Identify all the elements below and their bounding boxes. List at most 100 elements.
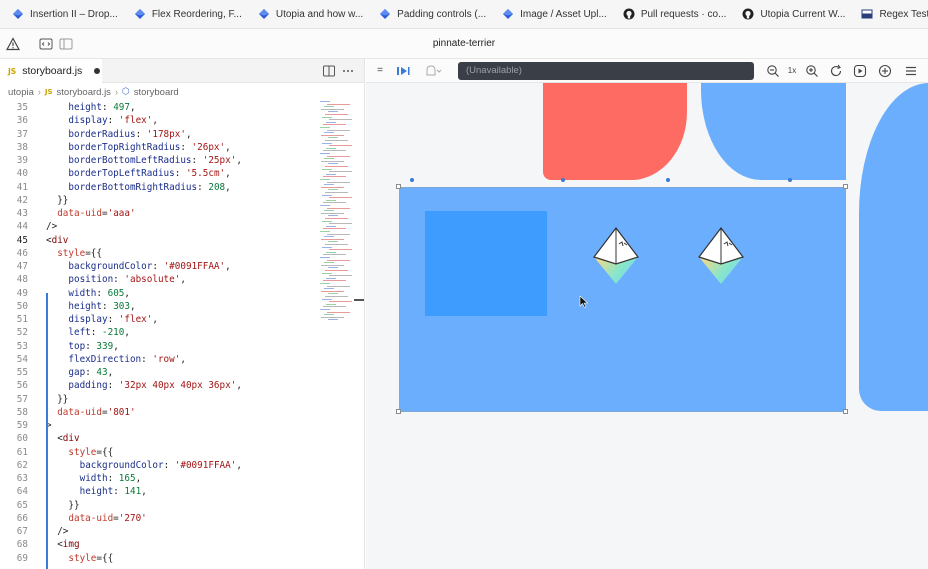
code-text: position: 'absolute', xyxy=(68,274,186,286)
minimap-line xyxy=(329,197,352,199)
preview-url-bar[interactable]: (Unavailable) xyxy=(458,62,754,80)
bookmark-item[interactable]: Flex Reordering, F... xyxy=(126,3,250,25)
minimap-line xyxy=(320,101,330,102)
resize-handle-top-right[interactable] xyxy=(843,184,848,189)
more-actions-icon[interactable] xyxy=(341,64,355,78)
red-rounded-element[interactable] xyxy=(543,83,687,180)
minimap[interactable] xyxy=(314,101,358,341)
zoom-out-icon[interactable] xyxy=(766,63,780,79)
minimap-line xyxy=(328,215,338,217)
code-line[interactable]: 39 borderBottomLeftRadius: '25px', xyxy=(0,154,312,167)
minimap-line xyxy=(328,137,338,139)
selection-anchor-dot xyxy=(410,178,414,182)
hamburger-menu-icon[interactable] xyxy=(904,63,918,79)
window-title: pinnate-terrier xyxy=(432,38,496,49)
line-number: 43 xyxy=(16,208,28,219)
mouse-pointer-icon xyxy=(579,296,589,308)
line-number: 67 xyxy=(16,526,28,537)
refresh-icon[interactable] xyxy=(829,63,843,79)
add-circle-icon[interactable] xyxy=(878,63,892,79)
utopia-logo-image[interactable] xyxy=(591,226,641,288)
breadcrumb-symbol[interactable]: storyboard xyxy=(134,87,179,98)
minimap-line xyxy=(329,249,352,251)
minimap-line xyxy=(326,121,336,123)
bookmark-label: Flex Reordering, F... xyxy=(151,8,242,20)
bell-icon[interactable] xyxy=(424,63,442,79)
minimap-line xyxy=(327,129,350,131)
code-line[interactable]: 40 borderTopLeftRadius: '5.5cm', xyxy=(0,167,312,180)
minimap-line xyxy=(329,301,352,303)
code-line[interactable]: 48 position: 'absolute', xyxy=(0,273,312,286)
code-line[interactable]: 45 <div xyxy=(0,234,312,247)
minimap-line xyxy=(325,192,348,193)
breadcrumb-file[interactable]: storyboard.js xyxy=(57,87,111,98)
blue-pill-element[interactable] xyxy=(859,83,928,411)
bookmark-item[interactable]: Padding controls (... xyxy=(371,3,494,25)
minimap-line xyxy=(321,160,344,162)
minimap-line xyxy=(323,150,346,152)
code-text: top: 339, xyxy=(68,340,119,352)
minimap-line xyxy=(321,264,344,266)
bookmark-item[interactable]: Regex Tester and... xyxy=(853,3,928,25)
utopia-logo-image[interactable] xyxy=(696,226,746,288)
code-line[interactable]: 44 /> xyxy=(0,220,312,233)
play-mode-icon[interactable] xyxy=(396,63,410,79)
blue-rounded-element[interactable] xyxy=(701,83,846,180)
line-number: 58 xyxy=(16,406,28,418)
unsaved-dot-icon[interactable] xyxy=(94,68,101,74)
split-editor-icon[interactable] xyxy=(322,64,336,78)
code-text: }} xyxy=(46,194,69,206)
zoom-in-icon[interactable] xyxy=(805,63,819,79)
menu-eq-icon[interactable]: = xyxy=(374,63,386,79)
tab-storyboard-js[interactable]: JS storyboard.js xyxy=(0,59,102,83)
bookmark-item[interactable]: Insertion II – Drop... xyxy=(4,3,126,25)
bookmark-label: Padding controls (... xyxy=(397,8,487,20)
bookmark-item[interactable]: Image / Asset Upl... xyxy=(494,3,615,25)
breadcrumb-root[interactable]: utopia xyxy=(8,87,34,98)
line-number: 36 xyxy=(16,115,28,127)
zoom-level[interactable]: 1x xyxy=(785,63,799,79)
line-number: 69 xyxy=(16,552,28,564)
code-text: /> xyxy=(46,221,58,233)
minimap-line xyxy=(320,205,330,206)
minimap-slider[interactable] xyxy=(354,299,364,301)
minimap-line xyxy=(329,171,352,173)
code-line[interactable]: 35 height: 497, xyxy=(0,101,312,114)
resize-handle-bottom-left[interactable] xyxy=(396,409,401,414)
preview-play-icon[interactable] xyxy=(853,63,867,79)
code-line[interactable]: 41 borderBottomRightRadius: 208, xyxy=(0,181,312,194)
line-number: 65 xyxy=(16,499,28,511)
line-number: 68 xyxy=(16,539,28,551)
minimap-line xyxy=(326,147,336,149)
code-line[interactable]: 36 display: 'flex', xyxy=(0,114,312,127)
minimap-line xyxy=(322,246,332,248)
minimap-line xyxy=(322,220,332,222)
minimap-line xyxy=(320,179,330,180)
inner-blue-box[interactable] xyxy=(425,211,547,316)
breadcrumb: utopia › JS storyboard.js › ⬡ storyboard xyxy=(0,83,364,101)
minimap-line xyxy=(325,296,348,297)
code-text: }} xyxy=(46,393,69,405)
code-line[interactable]: 43 data-uid='aaa' xyxy=(0,207,312,220)
code-text: data-uid='270' xyxy=(68,512,147,524)
code-line[interactable]: 37 borderRadius: '178px', xyxy=(0,128,312,141)
code-text: display: 'flex', xyxy=(68,314,158,325)
minimap-line xyxy=(325,114,348,115)
code-line[interactable]: 46 style={{ xyxy=(0,247,312,260)
minimap-line xyxy=(329,275,352,277)
bookmark-item[interactable]: Pull requests · co... xyxy=(615,3,735,25)
canvas-scene[interactable] xyxy=(366,83,928,569)
code-line[interactable]: 42 }} xyxy=(0,194,312,207)
code-text: backgroundColor: '#0091FFAA', xyxy=(68,261,231,272)
editor-tabbar: JS storyboard.js xyxy=(0,59,364,83)
bookmark-item[interactable]: Utopia and how w... xyxy=(250,3,371,25)
bookmark-item[interactable]: Utopia Current W... xyxy=(734,3,853,25)
minimap-line xyxy=(326,303,336,305)
code-line[interactable]: 38 borderTopRightRadius: '26px', xyxy=(0,141,312,154)
code-line[interactable]: 47 backgroundColor: '#0091FFAA', xyxy=(0,260,312,273)
line-number: 66 xyxy=(16,512,28,524)
line-number: 49 xyxy=(16,287,28,299)
line-number: 64 xyxy=(16,486,28,498)
resize-handle-top-left[interactable] xyxy=(396,184,401,189)
resize-handle-bottom-right[interactable] xyxy=(843,409,848,414)
